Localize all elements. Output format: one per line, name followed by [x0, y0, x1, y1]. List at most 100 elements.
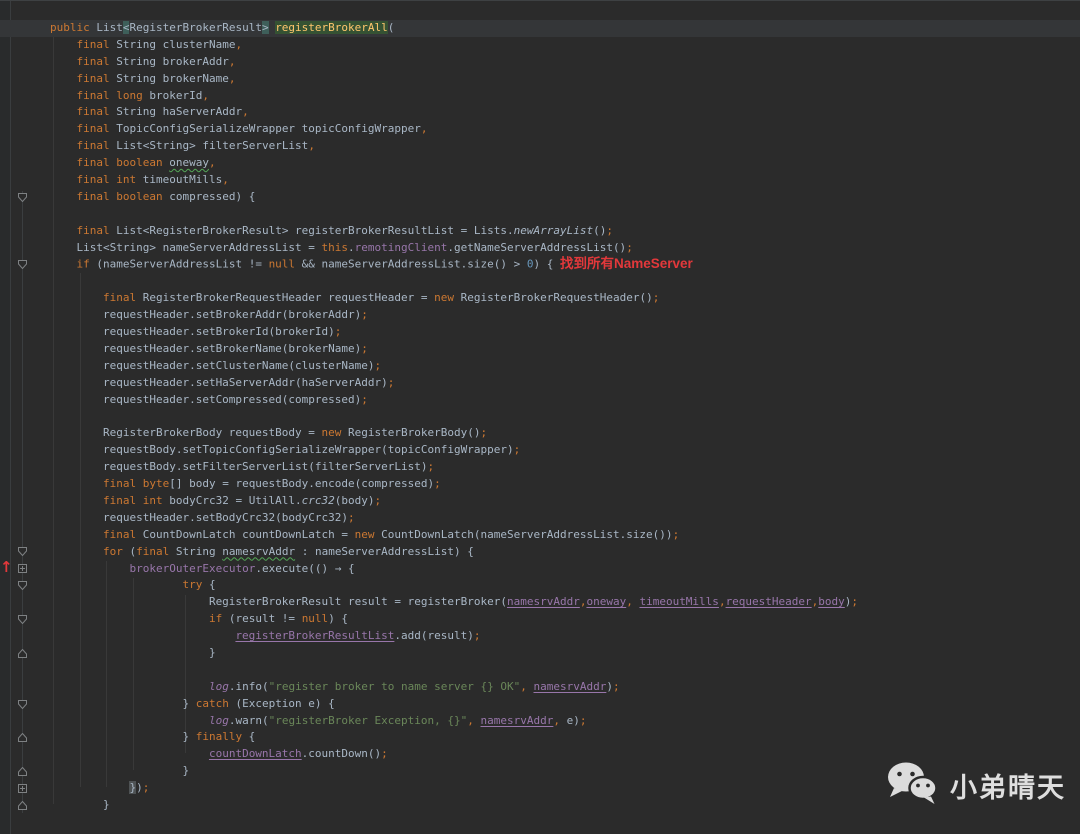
code-token: null: [268, 257, 296, 271]
code-token: "register broker to name server {} OK": [268, 679, 521, 693]
code-token: .warn(: [228, 713, 269, 727]
code-line[interactable]: final RegisterBrokerRequestHeader reques…: [0, 290, 1080, 307]
code-editor[interactable]: public List<RegisterBrokerResult> regist…: [0, 0, 1080, 834]
code-line[interactable]: final int bodyCrc32 = UtilAll.crc32(body…: [0, 493, 1080, 510]
code-line[interactable]: final String brokerName,: [0, 71, 1080, 88]
code-line[interactable]: final String haServerAddr,: [0, 104, 1080, 121]
code-line[interactable]: final boolean oneway,: [0, 155, 1080, 172]
code-line[interactable]: log.warn("registerBroker Exception, {}",…: [0, 713, 1080, 730]
code-line[interactable]: requestBody.setFilterServerList(filterSe…: [0, 459, 1080, 476]
fold-marker-down-icon[interactable]: [18, 615, 27, 624]
code-line[interactable]: if (nameServerAddressList != null && nam…: [0, 256, 1080, 273]
code-line[interactable]: final boolean compressed) {: [0, 189, 1080, 206]
code-token: String: [175, 544, 223, 558]
code-line[interactable]: public List<RegisterBrokerResult> regist…: [0, 20, 1080, 37]
code-line[interactable]: [0, 206, 1080, 223]
fold-marker-up-icon[interactable]: [18, 648, 27, 658]
code-line[interactable]: if (result != null) {: [0, 611, 1080, 628]
code-token: (nameServerAddressList !=: [96, 257, 269, 271]
code-line[interactable]: requestBody.setTopicConfigSerializeWrapp…: [0, 442, 1080, 459]
code-token: final: [76, 139, 117, 153]
code-token: requestBody.setFilterServerList(filterSe…: [50, 460, 428, 474]
code-token: ;: [606, 223, 613, 237]
code-line[interactable]: for (final String namesrvAddr : nameServ…: [0, 544, 1080, 561]
code-token: final: [76, 71, 117, 85]
code-token: ;: [652, 291, 660, 305]
code-line[interactable]: try {: [0, 577, 1080, 594]
code-token: .info(: [228, 679, 269, 693]
code-line[interactable]: [0, 408, 1080, 425]
code-line[interactable]: [0, 662, 1080, 679]
code-token: ,: [420, 122, 428, 136]
code-area[interactable]: public List<RegisterBrokerResult> regist…: [0, 20, 1080, 814]
code-line[interactable]: final List<RegisterBrokerResult> registe…: [0, 223, 1080, 240]
code-line[interactable]: RegisterBrokerBody requestBody = new Reg…: [0, 425, 1080, 442]
code-token: ,: [228, 71, 236, 85]
fold-marker-down-icon[interactable]: [18, 192, 27, 202]
code-line[interactable]: }: [0, 645, 1080, 662]
code-line[interactable]: brokerOuterExecutor.execute(() → {: [0, 561, 1080, 578]
code-line[interactable]: requestHeader.setHaServerAddr(haServerAd…: [0, 375, 1080, 392]
code-token: brokerId: [149, 88, 203, 102]
code-token: requestHeader.setCompressed(compressed): [50, 392, 362, 406]
code-line[interactable]: requestHeader.setBodyCrc32(bodyCrc32);: [0, 510, 1080, 527]
watermark: 小弟晴天: [886, 761, 1066, 809]
code-token: final byte: [102, 477, 170, 491]
code-line[interactable]: final long brokerId,: [0, 88, 1080, 105]
fold-marker-up-icon[interactable]: [18, 767, 27, 777]
code-line[interactable]: final List<String> filterServerList,: [0, 138, 1080, 155]
fold-marker-down-icon[interactable]: [18, 547, 27, 557]
code-line[interactable]: requestHeader.setBrokerId(brokerId);: [0, 324, 1080, 341]
code-token: requestHeader: [725, 595, 812, 609]
code-token: body: [818, 595, 845, 609]
code-token: final boolean: [76, 156, 170, 170]
code-token: crc32: [301, 493, 335, 507]
code-line[interactable]: requestHeader.setBrokerAddr(brokerAddr);: [0, 307, 1080, 324]
fold-marker-plus-icon[interactable]: [18, 564, 27, 574]
code-token: ;: [374, 358, 382, 372]
code-token: log: [208, 713, 229, 727]
code-token: remotingClient: [354, 240, 448, 254]
code-line[interactable]: [0, 273, 1080, 290]
code-line[interactable]: final TopicConfigSerializeWrapper topicC…: [0, 121, 1080, 138]
fold-marker-up-icon[interactable]: [18, 800, 27, 810]
code-token: final int: [76, 173, 143, 187]
code-line[interactable]: requestHeader.setCompressed(compressed);: [0, 392, 1080, 409]
code-line[interactable]: RegisterBrokerResult result = registerBr…: [0, 594, 1080, 611]
code-token: final: [136, 544, 176, 558]
code-line[interactable]: log.info("register broker to name server…: [0, 679, 1080, 696]
code-line[interactable]: requestHeader.setBrokerName(brokerName);: [0, 341, 1080, 358]
code-line[interactable]: final String clusterName,: [0, 37, 1080, 54]
code-token: ;: [612, 679, 620, 693]
code-line[interactable]: } catch (Exception e) {: [0, 696, 1080, 713]
fold-marker-down-icon[interactable]: [18, 581, 27, 591]
code-line[interactable]: requestHeader.setClusterName(clusterName…: [0, 358, 1080, 375]
code-token: List<RegisterBrokerResult> registerBroke…: [116, 223, 514, 237]
code-line[interactable]: List<String> nameServerAddressList = thi…: [0, 240, 1080, 257]
code-token: String haServerAddr: [116, 105, 243, 119]
code-token: namesrvAddr: [480, 713, 554, 727]
code-token: ,: [718, 595, 726, 609]
code-line[interactable]: } finally {: [0, 729, 1080, 746]
code-line[interactable]: final byte[] body = requestBody.encode(c…: [0, 476, 1080, 493]
code-line[interactable]: final CountDownLatch countDownLatch = ne…: [0, 527, 1080, 544]
code-token: countDownLatch: [208, 747, 302, 761]
fold-marker-down-icon[interactable]: [18, 260, 27, 270]
code-line[interactable]: final String brokerAddr,: [0, 54, 1080, 71]
code-line[interactable]: final int timeoutMills,: [0, 172, 1080, 189]
code-token: String clusterName: [116, 37, 236, 51]
code-line[interactable]: registerBrokerResultList.add(result);: [0, 628, 1080, 645]
code-token: namesrvAddr: [222, 544, 296, 558]
fold-marker-down-icon[interactable]: [18, 699, 27, 709]
code-token: }: [50, 797, 110, 811]
code-token: RegisterBrokerResult result = registerBr…: [50, 595, 507, 609]
fold-marker-plus-icon[interactable]: [18, 784, 27, 793]
code-token: String brokerName: [116, 71, 229, 85]
fold-marker-up-icon[interactable]: [18, 733, 27, 743]
